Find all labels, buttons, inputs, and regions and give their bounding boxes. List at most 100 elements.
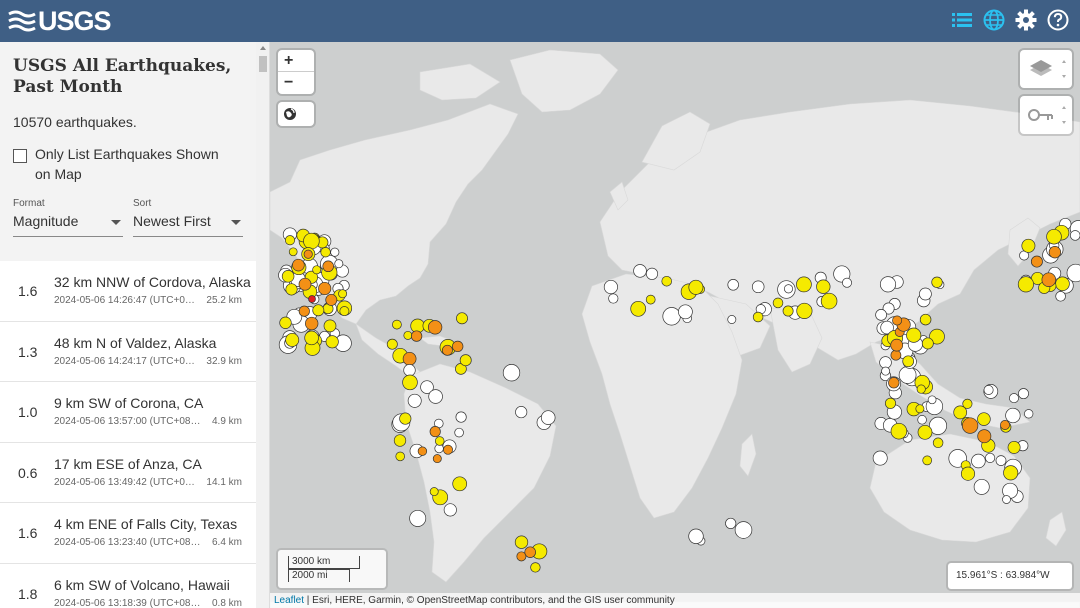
usgs-logo[interactable]: USGS xyxy=(8,6,112,36)
earthquake-marker[interactable] xyxy=(782,305,794,317)
earthquake-marker[interactable] xyxy=(1021,238,1036,253)
earthquake-marker[interactable] xyxy=(312,304,325,317)
earthquake-marker[interactable] xyxy=(402,351,417,366)
earthquake-map[interactable]: + − 3000 km 2000 mi 15.961°S : 63.984°W … xyxy=(270,42,1080,608)
earthquake-marker[interactable] xyxy=(919,287,932,301)
earthquake-marker[interactable] xyxy=(399,412,412,425)
earthquake-marker[interactable] xyxy=(1009,393,1019,404)
earthquake-marker[interactable] xyxy=(734,521,753,539)
earthquake-marker[interactable] xyxy=(921,337,934,350)
earthquake-marker[interactable] xyxy=(1041,272,1057,287)
earthquake-marker[interactable] xyxy=(796,302,813,319)
earthquake-marker[interactable] xyxy=(312,265,322,275)
earthquake-marker[interactable] xyxy=(395,451,405,462)
earthquake-marker[interactable] xyxy=(916,384,926,394)
earthquake-marker[interactable] xyxy=(1018,388,1029,400)
earthquake-marker[interactable] xyxy=(890,422,908,440)
earthquake-marker[interactable] xyxy=(842,277,852,288)
world-basemap[interactable] xyxy=(270,42,1080,608)
earthquake-marker[interactable] xyxy=(502,364,521,382)
earthquake-marker[interactable] xyxy=(540,410,556,425)
earthquake-marker[interactable] xyxy=(452,340,464,353)
earthquake-marker[interactable] xyxy=(1030,255,1043,268)
earthquake-marker[interactable] xyxy=(281,270,295,283)
earthquake-marker[interactable] xyxy=(285,283,298,296)
earthquake-marker[interactable] xyxy=(645,294,656,305)
earthquake-marker[interactable] xyxy=(879,356,892,369)
earthquake-marker[interactable] xyxy=(727,279,739,291)
earthquake-marker[interactable] xyxy=(325,293,338,306)
only-shown-on-map-checkbox[interactable]: Only List Earthquakes Shown on Map xyxy=(13,144,256,184)
zoom-out-button[interactable]: − xyxy=(278,72,314,94)
list-item[interactable]: 0.6 17 km ESE of Anza, CA 2024-05-06 13:… xyxy=(0,443,256,503)
earthquake-marker[interactable] xyxy=(820,292,838,310)
earthquake-marker[interactable] xyxy=(308,295,316,303)
earthquake-marker[interactable] xyxy=(530,562,541,573)
earthquake-marker[interactable] xyxy=(320,247,331,258)
earthquake-marker[interactable] xyxy=(1055,276,1070,292)
earthquake-marker[interactable] xyxy=(662,307,681,326)
earthquake-marker[interactable] xyxy=(884,397,897,409)
sort-value[interactable]: Newest First xyxy=(133,213,243,237)
earthquake-marker[interactable] xyxy=(443,503,457,517)
earthquake-marker[interactable] xyxy=(772,297,784,309)
earthquake-marker[interactable] xyxy=(1005,407,1021,424)
earthquake-marker[interactable] xyxy=(661,275,672,287)
earthquake-marker[interactable] xyxy=(303,249,313,259)
earthquake-marker[interactable] xyxy=(318,281,332,296)
list-item[interactable]: 1.6 4 km ENE of Falls City, Texas 2024-0… xyxy=(0,503,256,564)
earthquake-marker[interactable] xyxy=(459,354,472,367)
checkbox-box[interactable] xyxy=(13,149,27,163)
earthquake-marker[interactable] xyxy=(429,426,441,438)
earthquake-marker[interactable] xyxy=(1024,409,1034,419)
format-select[interactable]: Format Magnitude xyxy=(13,198,123,237)
earthquake-marker[interactable] xyxy=(1000,420,1010,430)
earthquake-marker[interactable] xyxy=(1003,465,1019,481)
earthquake-marker[interactable] xyxy=(305,316,319,331)
earthquake-marker[interactable] xyxy=(678,304,693,320)
earthquake-marker[interactable] xyxy=(875,309,887,321)
earthquake-marker[interactable] xyxy=(524,546,536,558)
earthquake-marker[interactable] xyxy=(1017,276,1034,293)
earthquake-marker[interactable] xyxy=(985,452,996,463)
help-icon[interactable] xyxy=(1046,8,1070,32)
globe-icon[interactable] xyxy=(982,8,1006,32)
earthquake-marker[interactable] xyxy=(727,315,737,324)
earthquake-marker[interactable] xyxy=(902,355,915,368)
earthquake-marker[interactable] xyxy=(303,232,320,250)
sidebar-scrollbar[interactable] xyxy=(256,42,269,608)
earthquake-marker[interactable] xyxy=(971,453,986,469)
earthquake-marker[interactable] xyxy=(725,517,737,529)
list-item[interactable]: 1.6 32 km NNW of Cordova, Alaska 2024-05… xyxy=(0,261,256,322)
earthquake-marker[interactable] xyxy=(927,395,937,405)
earthquake-marker[interactable] xyxy=(906,327,922,343)
earthquake-marker[interactable] xyxy=(888,377,900,389)
earthquake-marker[interactable] xyxy=(890,349,902,361)
earthquake-marker[interactable] xyxy=(977,412,991,426)
earthquake-marker[interactable] xyxy=(633,264,647,278)
sort-select[interactable]: Sort Newest First xyxy=(133,198,243,237)
earthquake-marker[interactable] xyxy=(961,417,979,434)
earthquake-marker[interactable] xyxy=(325,335,339,349)
earthquake-marker[interactable] xyxy=(1069,230,1080,241)
earthquake-marker[interactable] xyxy=(330,247,340,257)
earthquake-marker[interactable] xyxy=(783,284,794,294)
list-item[interactable]: 1.8 6 km SW of Volcano, Hawaii 2024-05-0… xyxy=(0,564,256,608)
earthquake-marker[interactable] xyxy=(688,279,704,295)
earthquake-marker[interactable] xyxy=(428,389,443,404)
earthquake-marker[interactable] xyxy=(402,374,418,391)
earthquake-marker[interactable] xyxy=(323,319,337,333)
earthquake-marker[interactable] xyxy=(1048,246,1062,259)
earthquake-marker[interactable] xyxy=(917,424,933,440)
earthquake-marker[interactable] xyxy=(434,436,445,446)
list-item[interactable]: 1.3 48 km N of Valdez, Alaska 2024-05-06… xyxy=(0,322,256,382)
earthquake-marker[interactable] xyxy=(304,330,319,346)
earthquake-marker[interactable] xyxy=(603,279,618,295)
earthquake-marker[interactable] xyxy=(432,454,442,464)
earthquake-marker[interactable] xyxy=(917,415,927,425)
earthquake-marker[interactable] xyxy=(298,305,310,317)
earthquake-marker[interactable] xyxy=(879,276,897,293)
earthquake-marker[interactable] xyxy=(452,476,468,492)
earthquake-marker[interactable] xyxy=(339,306,350,317)
earthquake-marker[interactable] xyxy=(403,364,416,377)
